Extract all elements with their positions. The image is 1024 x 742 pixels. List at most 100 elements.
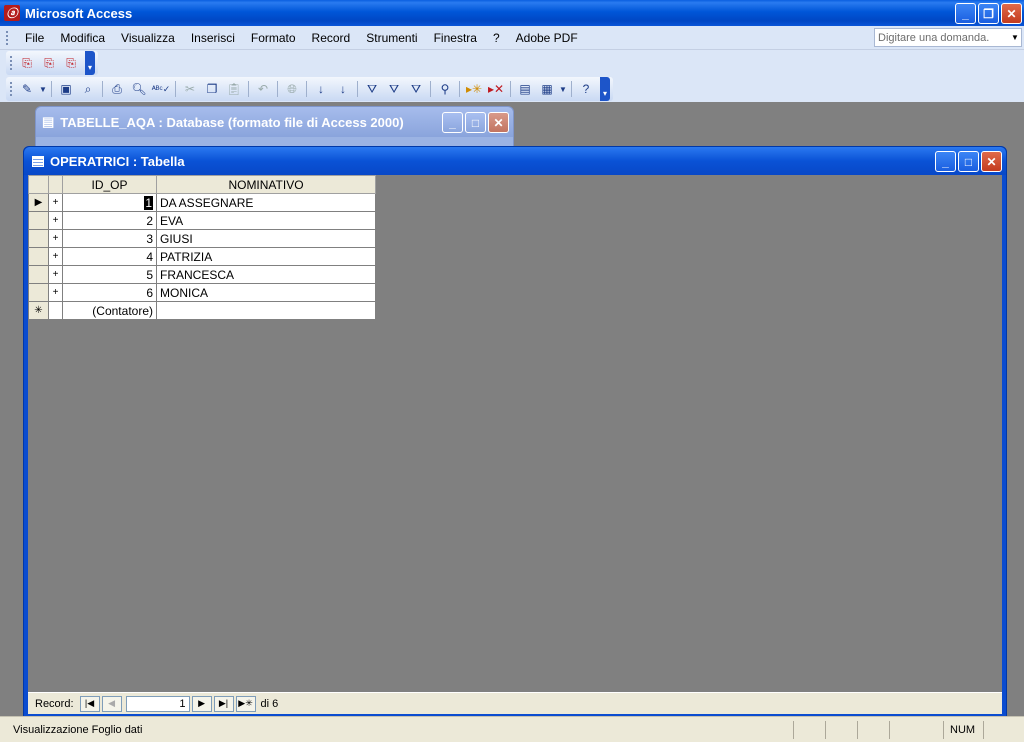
cut-icon[interactable]: ✂ <box>179 79 201 99</box>
app-title-bar[interactable]: ⓐ Microsoft Access _ ❐ ✕ <box>0 0 1024 26</box>
ask-question-input[interactable]: Digitare una domanda. ▼ <box>874 28 1022 47</box>
expand-icon[interactable]: + <box>48 247 63 266</box>
toolbar-grip[interactable] <box>10 82 13 96</box>
table-close-button[interactable]: ✕ <box>981 151 1002 172</box>
first-record-button[interactable]: |◀ <box>79 695 100 712</box>
chevron-down-icon[interactable]: ▼ <box>38 79 48 99</box>
id-op-cell[interactable]: 3 <box>62 229 157 248</box>
id-op-cell[interactable]: 6 <box>62 283 157 302</box>
close-button[interactable]: ✕ <box>1001 3 1022 24</box>
expand-icon[interactable]: + <box>48 265 63 284</box>
previous-record-button[interactable]: ◀ <box>101 695 122 712</box>
save-icon[interactable]: ▣ <box>55 79 77 99</box>
convert-to-pdf-icon[interactable]: ⎘ <box>16 53 38 73</box>
database-window[interactable]: ▤ TABELLE_AQA : Database (formato file d… <box>35 106 514 150</box>
column-header-nominativo[interactable]: NOMINATIVO <box>156 175 376 194</box>
table-row[interactable]: + 3 GIUSI <box>28 229 376 248</box>
record-selector[interactable] <box>28 229 49 248</box>
access-key-icon[interactable]: ⓐ <box>4 5 20 21</box>
id-op-cell[interactable]: 2 <box>62 211 157 230</box>
table-maximize-button[interactable]: □ <box>958 151 979 172</box>
toolbar-grip[interactable] <box>10 56 13 70</box>
select-all-corner[interactable] <box>28 175 49 194</box>
menu-adobe-pdf[interactable]: Adobe PDF <box>508 31 586 45</box>
expand-icon[interactable]: + <box>48 229 63 248</box>
toolbar-options-icon[interactable]: ▾ <box>85 51 95 75</box>
copy-icon[interactable]: ❐ <box>201 79 223 99</box>
id-op-cell[interactable]: 5 <box>62 265 157 284</box>
id-op-cell[interactable]: 4 <box>62 247 157 266</box>
spelling-icon[interactable]: ᴬᴮᶜ✓ <box>150 79 172 99</box>
file-search-icon[interactable]: ⌕ <box>77 79 99 99</box>
view-icon[interactable]: ✎ <box>16 79 38 99</box>
next-record-button[interactable]: ▶ <box>191 695 212 712</box>
menu-formato[interactable]: Formato <box>243 31 304 45</box>
db-minimize-button[interactable]: _ <box>442 112 463 133</box>
apply-filter-icon[interactable]: ⛛ <box>405 79 427 99</box>
nominativo-cell[interactable]: EVA <box>156 211 376 230</box>
datasheet-area[interactable]: ID_OP NOMINATIVO ▶ + 1 DA ASSEGNARE + 2 … <box>28 175 1002 714</box>
record-selector[interactable] <box>28 283 49 302</box>
chevron-down-icon[interactable]: ▼ <box>1009 29 1021 46</box>
table-row[interactable]: + 5 FRANCESCA <box>28 265 376 284</box>
hyperlink-icon[interactable]: 🌐︎ <box>281 79 303 99</box>
nominativo-cell[interactable]: DA ASSEGNARE <box>156 193 376 212</box>
expand-icon[interactable]: + <box>48 211 63 230</box>
table-row[interactable]: + 4 PATRIZIA <box>28 247 376 266</box>
id-op-autonumber-cell[interactable]: (Contatore) <box>62 301 157 320</box>
convert-and-email-pdf-icon[interactable]: ⎘ <box>38 53 60 73</box>
convert-and-review-pdf-icon[interactable]: ⎘ <box>60 53 82 73</box>
filter-by-form-icon[interactable]: ⛛ <box>383 79 405 99</box>
new-record-row[interactable]: ✳ (Contatore) <box>28 301 376 320</box>
paste-icon[interactable]: 📋︎ <box>223 79 245 99</box>
table-minimize-button[interactable]: _ <box>935 151 956 172</box>
menu-file[interactable]: File <box>17 31 52 45</box>
id-op-cell[interactable]: 1 <box>62 193 157 212</box>
current-record-icon[interactable]: ▶ <box>28 193 49 212</box>
toolbar-options-icon[interactable]: ▾ <box>600 77 610 101</box>
nominativo-cell[interactable]: PATRIZIA <box>156 247 376 266</box>
expand-icon[interactable]: + <box>48 193 63 212</box>
table-row[interactable]: ▶ + 1 DA ASSEGNARE <box>28 193 376 212</box>
filter-by-selection-icon[interactable]: ⛛ <box>361 79 383 99</box>
sort-descending-icon[interactable]: ↓ <box>332 79 354 99</box>
expand-icon[interactable]: + <box>48 283 63 302</box>
chevron-down-icon[interactable]: ▼ <box>558 79 568 99</box>
menu-help[interactable]: ? <box>485 31 508 45</box>
find-icon[interactable]: ⚲ <box>434 79 456 99</box>
menu-strumenti[interactable]: Strumenti <box>358 31 425 45</box>
db-close-button[interactable]: ✕ <box>488 112 509 133</box>
table-row[interactable]: + 6 MONICA <box>28 283 376 302</box>
new-record-button[interactable]: ▶✳ <box>235 695 256 712</box>
menu-visualizza[interactable]: Visualizza <box>113 31 183 45</box>
new-record-icon[interactable]: ✳ <box>28 301 49 320</box>
print-icon[interactable]: ⎙ <box>106 79 128 99</box>
new-object-icon[interactable]: ▦ <box>536 79 558 99</box>
nominativo-cell[interactable]: MONICA <box>156 283 376 302</box>
undo-icon[interactable]: ↶ <box>252 79 274 99</box>
record-selector[interactable] <box>28 211 49 230</box>
column-header-id-op[interactable]: ID_OP <box>62 175 157 194</box>
help-icon[interactable]: ? <box>575 79 597 99</box>
nominativo-cell[interactable]: FRANCESCA <box>156 265 376 284</box>
menu-modifica[interactable]: Modifica <box>52 31 113 45</box>
record-selector[interactable] <box>28 247 49 266</box>
nominativo-new-cell[interactable] <box>156 301 376 320</box>
nominativo-cell[interactable]: GIUSI <box>156 229 376 248</box>
db-maximize-button[interactable]: □ <box>465 112 486 133</box>
menu-finestra[interactable]: Finestra <box>426 31 485 45</box>
table-window[interactable]: OPERATRICI : Tabella _ □ ✕ ID_OP NOMINAT… <box>23 146 1007 718</box>
last-record-button[interactable]: ▶| <box>213 695 234 712</box>
sort-ascending-icon[interactable]: ↓ <box>310 79 332 99</box>
record-number-input[interactable]: 1 <box>125 695 190 712</box>
menu-grip[interactable] <box>6 30 9 45</box>
table-row[interactable]: + 2 EVA <box>28 211 376 230</box>
delete-record-icon[interactable]: ▸✕ <box>485 79 507 99</box>
table-window-title-bar[interactable]: OPERATRICI : Tabella <box>24 147 1006 175</box>
menu-inserisci[interactable]: Inserisci <box>183 31 243 45</box>
record-selector[interactable] <box>28 265 49 284</box>
restore-button[interactable]: ❐ <box>978 3 999 24</box>
new-record-icon[interactable]: ▸✳ <box>463 79 485 99</box>
database-window-icon[interactable]: ▤ <box>514 79 536 99</box>
print-preview-icon[interactable]: 🔍︎ <box>128 79 150 99</box>
